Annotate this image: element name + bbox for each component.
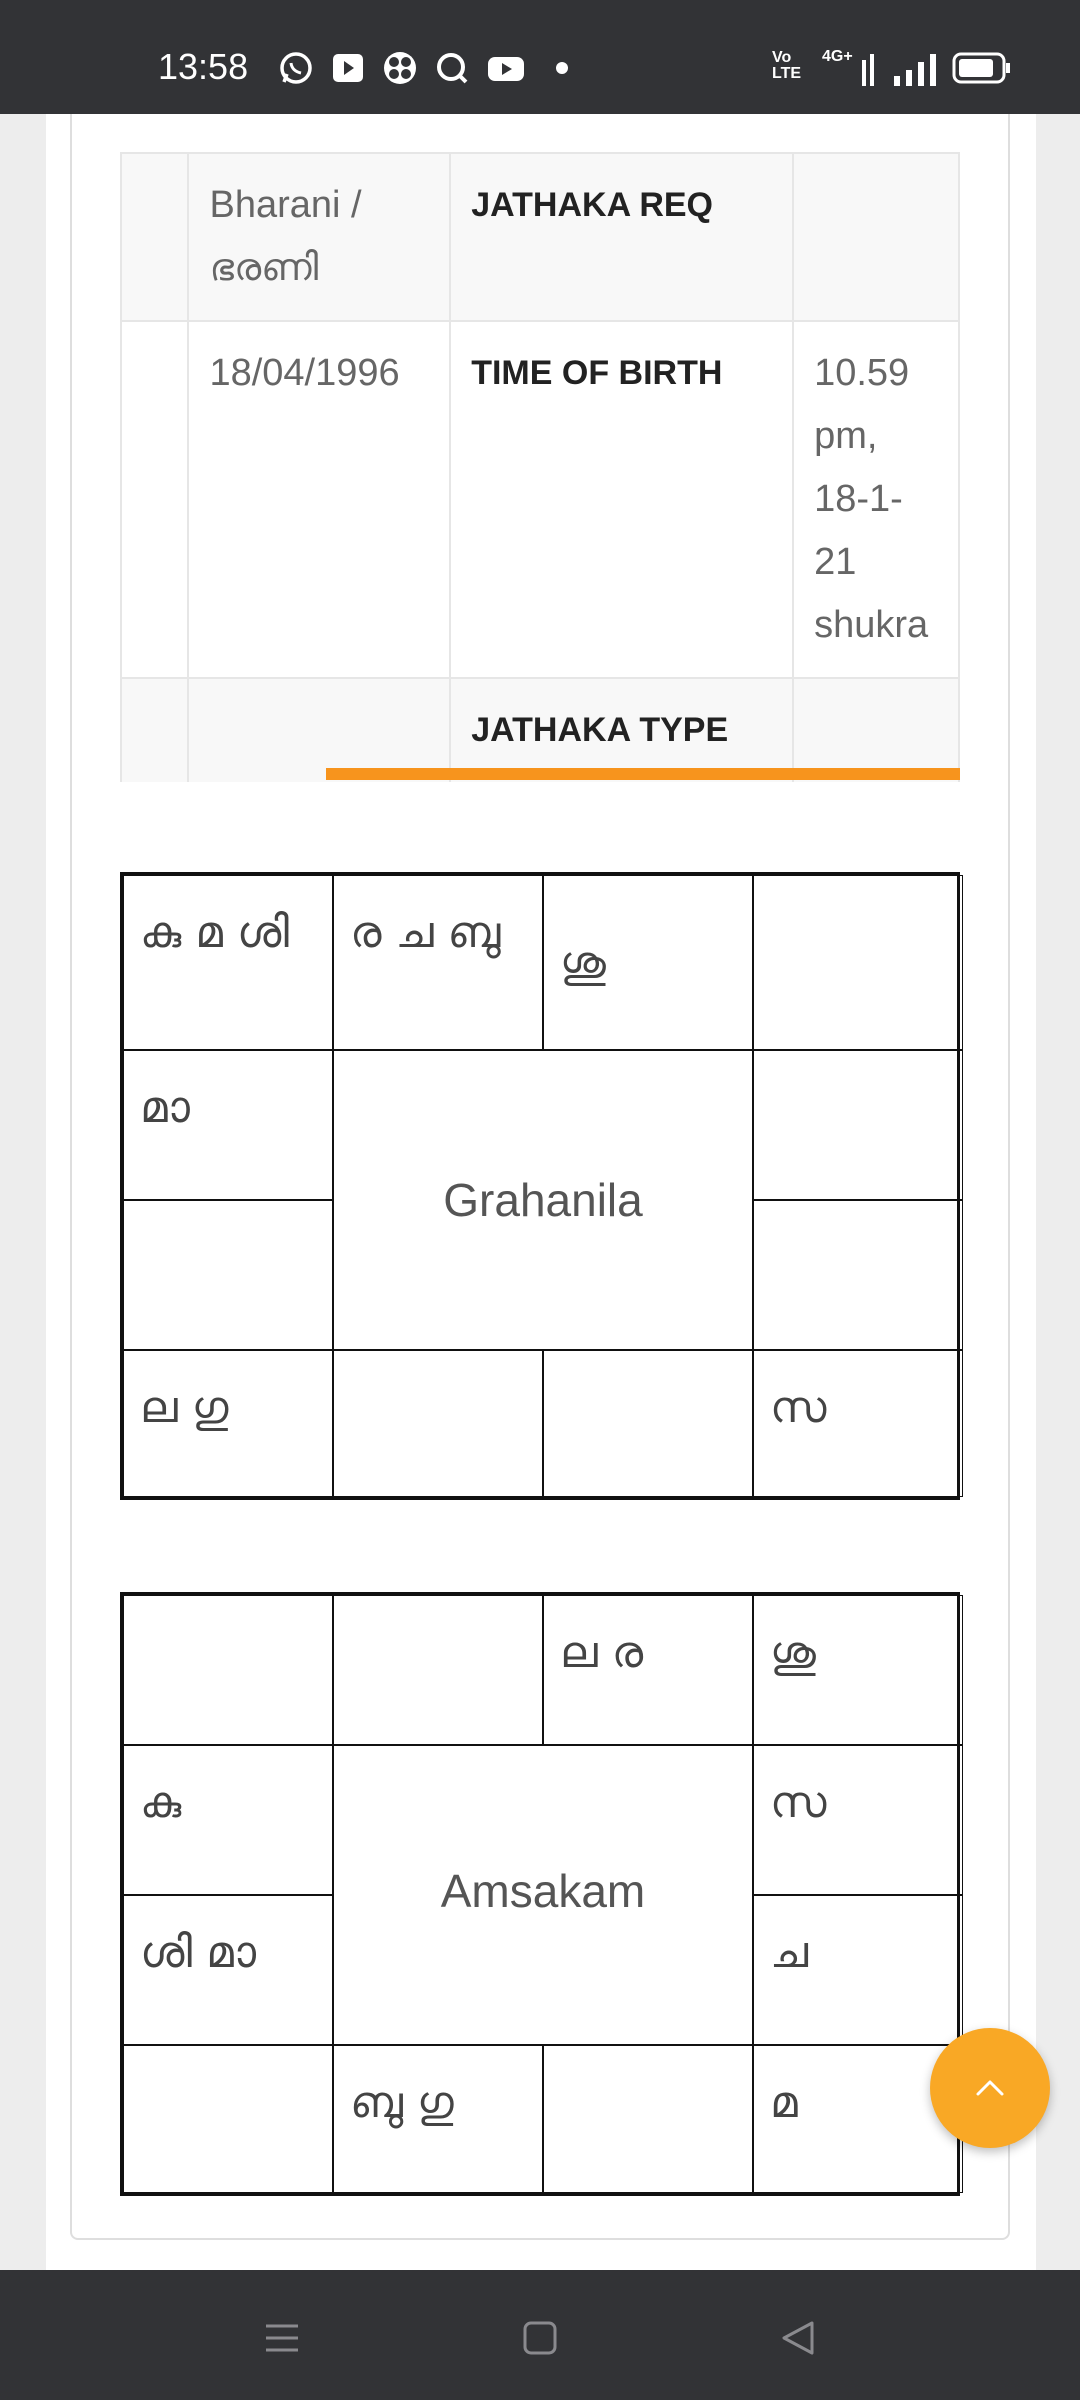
square-icon [523, 2321, 557, 2355]
volte-indicator: Vo LTE [772, 49, 802, 82]
status-bar: 13:58 Vo LTE 4G+ [0, 0, 1080, 114]
chart-cell [753, 875, 963, 1050]
field-value [792, 677, 960, 782]
table-cell: 18/04/1996 [187, 320, 452, 679]
recent-apps-button[interactable] [252, 2310, 312, 2366]
grahanila-chart: കു മ ശി ര ച ബു ശു മാ Grahanila ല ഗു സ [120, 872, 963, 1500]
back-triangle-icon [782, 2321, 814, 2355]
home-button[interactable] [510, 2310, 570, 2366]
chart-cell [543, 2045, 753, 2193]
whatsapp-icon [280, 52, 312, 84]
chart-cell: മാ [123, 1050, 333, 1200]
chart-cell: ശി മാ [123, 1895, 333, 2045]
data-arrows-icon [862, 54, 874, 86]
chart-cell: മ [753, 2045, 963, 2193]
chart-cell: കു മ ശി [123, 875, 333, 1050]
back-button[interactable] [768, 2310, 828, 2366]
info-table-scroll[interactable]: Bharani / ഭരണി JATHAKA REQ 18/04/1996 TI… [120, 152, 960, 782]
chart-cell: ല ഗു [123, 1350, 333, 1497]
youtube-icon [488, 57, 524, 81]
chart-cell [123, 1595, 333, 1745]
chart-cell [333, 1350, 543, 1497]
chart-cell [333, 1595, 543, 1745]
table-cell [120, 677, 190, 782]
chart-cell: കു [123, 1745, 333, 1895]
table-cell [120, 152, 190, 322]
chart-cell: ല ര [543, 1595, 753, 1745]
youtube-studio-icon [333, 54, 363, 82]
amsakam-chart: ല ര ശു കു സ ശി മാ ച Amsakam ബു ഗു മ [120, 1592, 963, 2196]
table-cell: Bharani / ഭരണി [187, 152, 452, 322]
chart-cell: ച [753, 1895, 963, 2045]
chart-cell [123, 1200, 333, 1350]
chart-title: Amsakam [333, 1745, 753, 2045]
chart-cell: ശു [753, 1595, 963, 1745]
more-notifications-dot [556, 62, 568, 74]
table-row: Bharani / ഭരണി JATHAKA REQ [120, 152, 960, 322]
field-value [792, 152, 960, 322]
chart-cell [123, 2045, 333, 2193]
battery-icon [952, 52, 1010, 84]
menu-icon [266, 2324, 298, 2352]
chart-cell: സ [753, 1350, 963, 1497]
field-label: JATHAKA TYPE [449, 677, 795, 782]
field-label: JATHAKA REQ [449, 152, 795, 322]
status-time: 13:58 [158, 46, 249, 87]
horizontal-scrollbar[interactable] [326, 768, 960, 780]
table-cell [120, 320, 190, 679]
chart-cell: ശു [543, 875, 753, 1050]
scroll-to-top-button[interactable] [930, 2028, 1050, 2148]
info-table: Bharani / ഭരണി JATHAKA REQ 18/04/1996 TI… [120, 152, 960, 782]
chart-title: Grahanila [333, 1050, 753, 1350]
chart-cell: ര ച ബു [333, 875, 543, 1050]
chart-cell [543, 1350, 753, 1497]
chevron-up-icon [976, 2080, 1004, 2096]
chart-cell: ബു ഗു [333, 2045, 543, 2193]
signal-icon [894, 54, 936, 86]
system-navigation-bar [0, 2270, 1080, 2400]
table-cell [187, 677, 452, 782]
field-label: TIME OF BIRTH [449, 320, 795, 679]
network-type: 4G+ [822, 48, 853, 65]
search-app-icon [437, 53, 468, 84]
field-value: 10.59 pm, 18-1-21 shukra [792, 320, 960, 679]
table-row: 18/04/1996 TIME OF BIRTH 10.59 pm, 18-1-… [120, 320, 960, 679]
table-row: JATHAKA TYPE [120, 677, 960, 782]
app-icon [384, 52, 416, 84]
chart-cell [753, 1050, 963, 1200]
chart-cell: സ [753, 1745, 963, 1895]
chart-cell [753, 1200, 963, 1350]
